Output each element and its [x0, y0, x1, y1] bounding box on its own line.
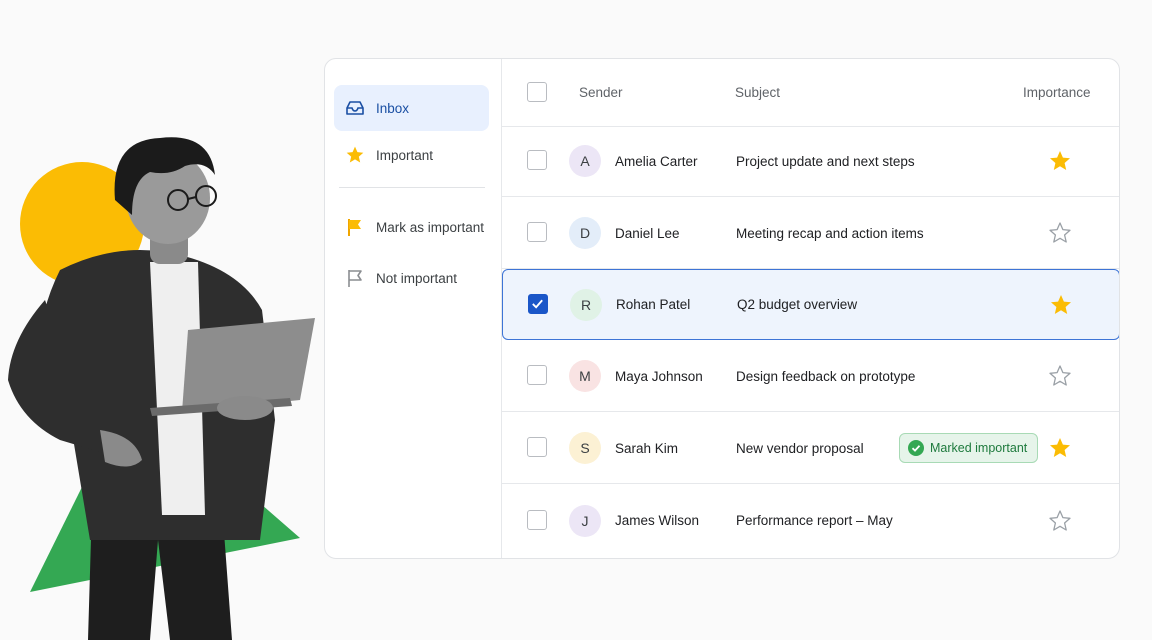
sidebar: Inbox Important Mark as important Not im…	[325, 59, 502, 558]
sidebar-item-label: Important	[376, 147, 434, 163]
star-outline-icon[interactable]	[1048, 509, 1072, 533]
table-row[interactable]: M Maya Johnson Design feedback on prototyp…	[502, 341, 1119, 412]
subject-text: Project update and next steps	[736, 153, 915, 169]
sidebar-item-not-important[interactable]: Not important	[334, 255, 489, 301]
sender-column-header: Sender	[579, 85, 623, 100]
sidebar-item-label: Mark as important	[376, 219, 485, 235]
table-row[interactable]: J James Wilson Performance report – May	[502, 485, 1119, 556]
avatar: S	[569, 432, 601, 464]
row-checkbox[interactable]	[527, 222, 547, 242]
marked-important-badge: Marked important	[899, 433, 1039, 463]
avatar: M	[569, 360, 601, 392]
sender-name: Maya Johnson	[615, 368, 703, 384]
inbox-icon	[344, 97, 366, 119]
select-all-checkbox[interactable]	[527, 81, 547, 102]
subject-text: Performance report – May	[736, 513, 893, 528]
row-checkbox[interactable]	[527, 509, 547, 530]
subject-text: Meeting recap and action items	[736, 225, 924, 241]
table-row[interactable]: S Sarah Kim New vendor proposal Marked impo…	[502, 413, 1119, 484]
row-checkbox[interactable]	[527, 150, 547, 170]
email-table: Sender Subject Importance A Amelia Carter…	[502, 59, 1119, 558]
subject-text: Q2 budget overview	[737, 297, 858, 312]
sidebar-item-label: Not important	[376, 270, 458, 286]
sender-name: Rohan Patel	[616, 297, 691, 312]
row-checkbox[interactable]	[527, 365, 547, 385]
flag-filled-icon	[344, 216, 366, 238]
subject-column-header: Subject	[735, 85, 781, 100]
sidebar-divider	[339, 187, 485, 188]
subject-text: New vendor proposal	[736, 440, 864, 456]
table-row[interactable]: D Daniel Lee Meeting recap and action item…	[502, 198, 1119, 269]
check-circle-icon	[908, 440, 924, 456]
star-filled-icon[interactable]	[1049, 293, 1073, 317]
star-icon	[344, 144, 366, 166]
sidebar-item-mark-as-important[interactable]: Mark as important	[334, 204, 489, 250]
importance-column-header: Importance	[1023, 85, 1091, 100]
row-checkbox[interactable]	[528, 293, 548, 314]
sidebar-item-important[interactable]: Important	[334, 132, 489, 178]
table-row[interactable]: A Amelia Carter Project update and next st…	[502, 126, 1119, 197]
checkmark-icon	[532, 299, 543, 309]
avatar: J	[569, 504, 601, 537]
star-outline-icon[interactable]	[1048, 364, 1072, 388]
avatar: D	[569, 217, 601, 249]
star-filled-icon[interactable]	[1048, 436, 1072, 460]
sender-name: Sarah Kim	[615, 440, 679, 456]
sender-name: James Wilson	[615, 513, 700, 528]
sidebar-item-inbox[interactable]: Inbox	[334, 85, 489, 131]
avatar: R	[570, 288, 602, 321]
sidebar-item-label: Inbox	[376, 100, 410, 116]
sender-name: Amelia Carter	[615, 153, 698, 169]
row-checkbox[interactable]	[527, 437, 547, 457]
star-outline-icon[interactable]	[1048, 221, 1072, 245]
table-row[interactable]: R Rohan Patel Q2 budget overview	[502, 269, 1119, 340]
badge-label: Marked important	[930, 441, 1028, 455]
star-filled-icon[interactable]	[1048, 149, 1072, 173]
email-card: Inbox Important Mark as important Not im…	[324, 58, 1120, 559]
flag-outline-icon	[344, 267, 366, 289]
subject-text: Design feedback on prototype	[736, 368, 916, 384]
sender-name: Daniel Lee	[615, 225, 680, 241]
avatar: A	[569, 145, 601, 177]
table-header: Sender Subject Importance	[502, 59, 1119, 127]
person-illustration	[8, 137, 315, 640]
